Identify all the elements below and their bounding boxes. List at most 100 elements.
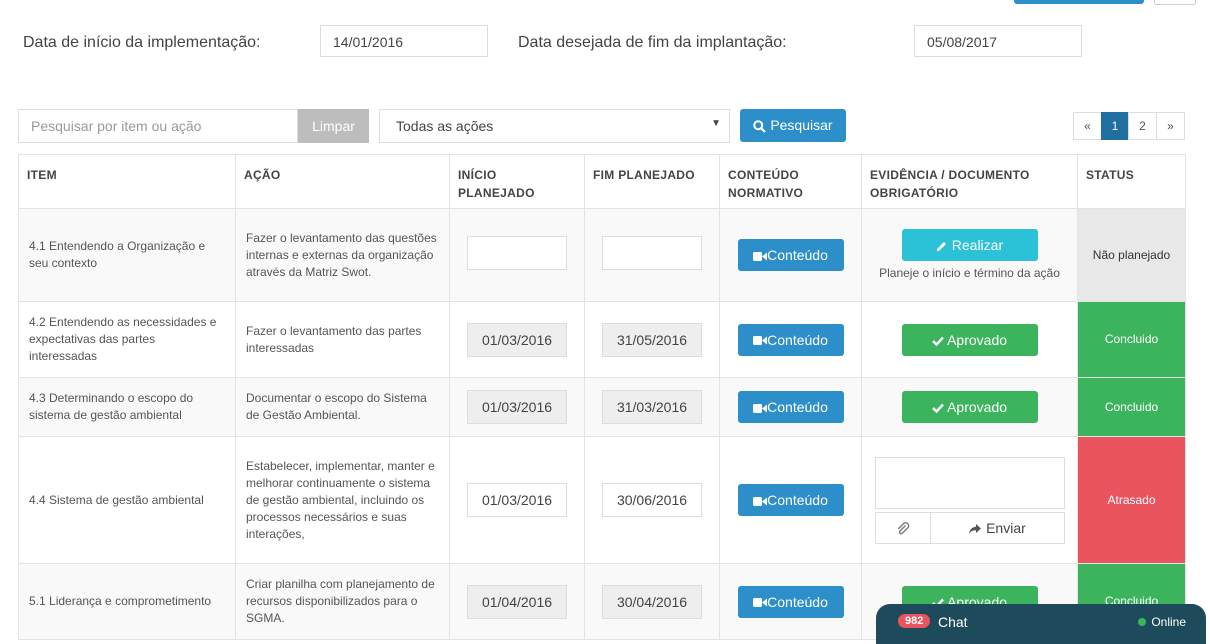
item-cell: 4.4 Sistema de gestão ambiental (18, 436, 236, 564)
approved-button-label: Aprovado (947, 399, 1008, 415)
send-button[interactable]: Enviar (930, 511, 1065, 544)
start-cell: 01/03/2016 (449, 301, 585, 378)
video-camera-icon (753, 336, 768, 346)
end-date-input[interactable]: 30/06/2016 (602, 483, 702, 517)
approved-button[interactable]: Aprovado (901, 323, 1038, 356)
action-cell: Estabelecer, implementar, manter e melho… (235, 436, 450, 564)
attach-button[interactable] (874, 511, 931, 544)
share-arrow-icon (969, 523, 982, 534)
chat-unread-badge: 982 (898, 614, 931, 628)
caret-down-icon: ▼ (711, 118, 721, 129)
approved-button[interactable]: Aprovado (901, 391, 1038, 423)
end-date-field[interactable]: 05/08/2017 (914, 25, 1082, 57)
column-header-evidencia: EVIDÊNCIA / DOCUMENTO OBRIGATÓRIO (861, 154, 1078, 209)
content-button[interactable]: Conteúdo (737, 585, 844, 618)
start-date-input: 01/03/2016 (467, 322, 567, 357)
content-cell: Conteúdo (719, 377, 862, 437)
start-cell (449, 208, 585, 302)
end-cell (584, 208, 720, 302)
content-cell: Conteúdo (719, 301, 862, 378)
video-camera-icon (753, 403, 768, 413)
chat-online-status: Online (1138, 615, 1186, 629)
pagination-page-1[interactable]: 1 (1101, 112, 1129, 140)
video-camera-icon (753, 251, 768, 261)
send-button-label: Enviar (986, 519, 1026, 536)
status-badge: Concluido (1077, 301, 1186, 378)
online-dot-icon (1138, 618, 1147, 626)
paperclip-icon (897, 521, 909, 535)
end-cell: 31/05/2016 (584, 301, 720, 378)
approved-button-label: Aprovado (947, 331, 1008, 348)
action-filter-select[interactable]: Todas as ações ▼ (379, 109, 730, 143)
end-cell: 30/06/2016 (584, 436, 720, 564)
table-row: 4.2 Entendendo as necessidades e expecta… (18, 301, 1186, 378)
action-filter-value: Todas as ações (396, 118, 494, 134)
check-icon (932, 403, 944, 414)
pagination-page-2[interactable]: 2 (1128, 112, 1157, 140)
start-date-input: 01/03/2016 (467, 390, 567, 424)
evidence-textarea[interactable] (874, 456, 1065, 509)
column-header-inicio: INÍCIO PLANEJADO (449, 154, 585, 209)
start-date-field[interactable]: 14/01/2016 (320, 25, 488, 57)
chat-title: Chat (938, 614, 968, 630)
column-header-fim: FIM PLANEJADO (584, 154, 720, 209)
search-button[interactable]: Pesquisar (740, 109, 846, 142)
content-button-label: Conteúdo (767, 492, 828, 508)
content-button-label: Conteúdo (767, 331, 828, 348)
content-button[interactable]: Conteúdo (737, 323, 844, 356)
content-cell: Conteúdo (719, 436, 862, 564)
end-date-label: Data desejada de fim da implantação: (518, 34, 787, 51)
end-date-input: 30/04/2016 (602, 584, 702, 619)
evidence-cell: Enviar (861, 436, 1078, 564)
column-header-item: ITEM (18, 154, 236, 209)
pencil-icon (936, 241, 946, 251)
end-cell: 30/04/2016 (584, 563, 720, 640)
action-cell: Fazer o levantamento das partes interess… (235, 301, 450, 378)
pagination-next[interactable]: » (1156, 112, 1185, 140)
end-date-input: 31/05/2016 (602, 322, 702, 357)
action-plan-table: ITEM AÇÃO INÍCIO PLANEJADO FIM PLANEJADO… (18, 154, 1186, 640)
top-primary-button[interactable] (1014, 0, 1144, 4)
end-date-input[interactable] (602, 235, 702, 270)
evidence-hint: Planeje o início e término da ação (879, 265, 1060, 280)
start-date-input: 01/04/2016 (467, 584, 567, 619)
content-cell: Conteúdo (719, 208, 862, 302)
start-cell: 01/04/2016 (449, 563, 585, 640)
content-button[interactable]: Conteúdo (737, 484, 844, 516)
action-cell: Documentar o escopo do Sistema de Gestão… (235, 377, 450, 437)
search-input[interactable]: Pesquisar por item ou ação (18, 109, 298, 143)
start-date-label: Data de início da implementação: (23, 34, 261, 51)
start-date-input[interactable]: 01/03/2016 (467, 483, 567, 517)
status-badge: Não planejado (1077, 208, 1186, 302)
item-cell: 4.1 Entendendo a Organização e seu conte… (18, 208, 236, 302)
perform-button[interactable]: Realizar (901, 228, 1038, 261)
action-cell: Criar planilha com planejamento de recur… (235, 563, 450, 640)
column-header-acao: AÇÃO (235, 154, 450, 209)
evidence-cell: Realizar Planeje o início e término da a… (861, 208, 1078, 302)
chat-widget[interactable]: 982 Chat Online (876, 604, 1206, 644)
content-button[interactable]: Conteúdo (737, 239, 844, 271)
evidence-cell: Aprovado (861, 301, 1078, 378)
end-cell: 31/03/2016 (584, 377, 720, 437)
pagination-prev[interactable]: « (1073, 112, 1102, 140)
start-date-input[interactable] (467, 235, 567, 270)
evidence-cell: Aprovado (861, 377, 1078, 437)
video-camera-icon (753, 496, 768, 506)
video-camera-icon (753, 598, 768, 608)
chat-online-label: Online (1151, 615, 1186, 629)
status-badge: Atrasado (1077, 436, 1186, 564)
start-cell: 01/03/2016 (449, 377, 585, 437)
column-header-status: STATUS (1077, 154, 1186, 209)
clear-button[interactable]: Limpar (298, 109, 369, 143)
item-cell: 4.3 Determinando o escopo do sistema de … (18, 377, 236, 437)
content-button[interactable]: Conteúdo (737, 391, 844, 423)
status-badge: Concluido (1077, 377, 1186, 437)
end-date-input: 31/03/2016 (602, 390, 702, 424)
content-button-label: Conteúdo (767, 247, 828, 263)
column-header-conteudo: CONTEÚDO NORMATIVO (719, 154, 862, 209)
search-button-label: Pesquisar (770, 117, 833, 133)
content-cell: Conteúdo (719, 563, 862, 640)
top-secondary-button[interactable] (1154, 0, 1196, 5)
perform-button-label: Realizar (951, 236, 1004, 253)
table-header-row: ITEM AÇÃO INÍCIO PLANEJADO FIM PLANEJADO… (18, 154, 1186, 209)
